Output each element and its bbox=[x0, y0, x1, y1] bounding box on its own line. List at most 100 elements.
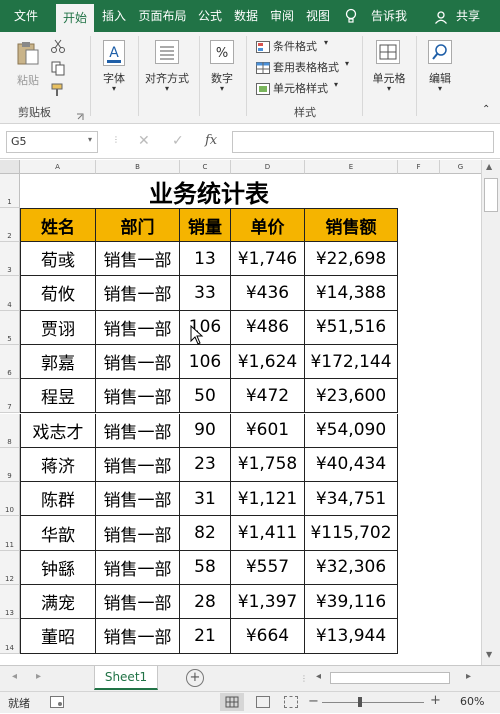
qty-cell[interactable]: 82 bbox=[180, 516, 231, 551]
qty-cell[interactable]: 23 bbox=[180, 447, 231, 483]
qty-cell[interactable]: 90 bbox=[180, 413, 231, 448]
page-layout-view-button[interactable] bbox=[256, 696, 270, 708]
price-cell[interactable]: ¥664 bbox=[231, 619, 305, 654]
conditional-format-button[interactable]: 条件格式 bbox=[273, 38, 317, 54]
dept-cell[interactable]: 销售一部 bbox=[96, 413, 180, 448]
column-header[interactable]: D bbox=[231, 160, 305, 174]
price-cell[interactable]: ¥472 bbox=[231, 379, 305, 414]
row-header[interactable]: 9 bbox=[0, 447, 20, 483]
insert-function-button[interactable]: fx bbox=[205, 133, 217, 148]
dept-cell[interactable]: 销售一部 bbox=[96, 482, 180, 517]
amount-cell[interactable]: ¥23,600 bbox=[305, 379, 398, 414]
column-header[interactable]: A bbox=[20, 160, 96, 174]
dept-cell[interactable]: 销售一部 bbox=[96, 585, 180, 620]
row-header[interactable]: 3 bbox=[0, 242, 20, 277]
normal-view-button[interactable] bbox=[220, 693, 244, 711]
name-cell[interactable]: 郭嘉 bbox=[20, 344, 96, 380]
dept-cell[interactable]: 销售一部 bbox=[96, 310, 180, 345]
amount-cell[interactable]: ¥54,090 bbox=[305, 413, 398, 448]
cut-icon[interactable] bbox=[50, 38, 66, 54]
amount-cell[interactable]: ¥13,944 bbox=[305, 619, 398, 654]
next-sheet-icon[interactable]: ▸ bbox=[36, 671, 41, 682]
column-header[interactable]: E bbox=[305, 160, 398, 174]
amount-cell[interactable]: ¥14,388 bbox=[305, 276, 398, 311]
dept-cell[interactable]: 销售一部 bbox=[96, 447, 180, 483]
name-cell[interactable]: 陈群 bbox=[20, 482, 96, 517]
copy-icon[interactable] bbox=[50, 60, 66, 76]
amount-cell[interactable]: ¥22,698 bbox=[305, 242, 398, 277]
name-cell[interactable]: 华歆 bbox=[20, 516, 96, 551]
scroll-down-icon[interactable]: ▼ bbox=[486, 650, 492, 659]
name-cell[interactable]: 蒋济 bbox=[20, 447, 96, 483]
dept-cell[interactable]: 销售一部 bbox=[96, 276, 180, 311]
name-cell[interactable]: 荀彧 bbox=[20, 242, 96, 277]
row-header[interactable]: 4 bbox=[0, 276, 20, 311]
page-break-view-button[interactable] bbox=[284, 696, 298, 708]
sheet-title[interactable]: 业务统计表 bbox=[20, 174, 398, 208]
tab-formulas[interactable]: 公式 bbox=[194, 0, 226, 32]
tab-file[interactable]: 文件 bbox=[0, 0, 52, 32]
dialog-launcher-icon[interactable] bbox=[76, 106, 84, 120]
zoom-slider[interactable] bbox=[322, 702, 424, 703]
sheet-tab-sheet1[interactable]: Sheet1 bbox=[94, 666, 158, 690]
qty-cell[interactable]: 13 bbox=[180, 242, 231, 277]
name-cell[interactable]: 程昱 bbox=[20, 379, 96, 414]
price-cell[interactable]: ¥486 bbox=[231, 310, 305, 345]
row-header[interactable]: 12 bbox=[0, 550, 20, 585]
prev-sheet-icon[interactable]: ◂ bbox=[12, 671, 17, 682]
tab-page-layout[interactable]: 页面布局 bbox=[135, 0, 190, 32]
horizontal-scroll-thumb[interactable] bbox=[330, 672, 450, 684]
header-cell[interactable]: 姓名 bbox=[20, 208, 96, 242]
qty-cell[interactable]: 58 bbox=[180, 550, 231, 585]
tab-review[interactable]: 审阅 bbox=[266, 0, 298, 32]
cell-style-button[interactable]: 单元格样式 bbox=[273, 80, 328, 96]
zoom-level[interactable]: 60% bbox=[460, 695, 484, 708]
price-cell[interactable]: ¥1,746 bbox=[231, 242, 305, 277]
row-header[interactable]: 11 bbox=[0, 516, 20, 551]
qty-cell[interactable]: 106 bbox=[180, 310, 231, 345]
qty-cell[interactable]: 106 bbox=[180, 344, 231, 380]
name-cell[interactable]: 满宠 bbox=[20, 585, 96, 620]
tab-data[interactable]: 数据 bbox=[230, 0, 262, 32]
amount-cell[interactable]: ¥115,702 bbox=[305, 516, 398, 551]
zoom-out-button[interactable]: − bbox=[308, 694, 319, 709]
amount-cell[interactable]: ¥32,306 bbox=[305, 550, 398, 585]
header-cell[interactable]: 销售额 bbox=[305, 208, 398, 242]
name-box[interactable]: G5 bbox=[6, 131, 98, 153]
row-header[interactable]: 1 bbox=[0, 174, 20, 208]
row-header[interactable]: 14 bbox=[0, 619, 20, 654]
worksheet-grid[interactable]: ABCDEFG 1 2 3 4 5 6 7 8 9 10 11 12 13 14 业务统计表 姓名 部门 销量… bbox=[0, 160, 500, 665]
format-painter-icon[interactable] bbox=[50, 82, 66, 98]
name-cell[interactable]: 贾诩 bbox=[20, 310, 96, 345]
tab-home[interactable]: 开始 bbox=[56, 4, 94, 32]
cancel-icon[interactable]: ✕ bbox=[138, 133, 150, 149]
tell-me-search[interactable]: 告诉我 bbox=[366, 0, 412, 32]
amount-cell[interactable]: ¥39,116 bbox=[305, 585, 398, 620]
name-cell[interactable]: 荀攸 bbox=[20, 276, 96, 311]
scroll-up-icon[interactable]: ▲ bbox=[486, 162, 492, 171]
collapse-ribbon-icon[interactable]: ⌃ bbox=[482, 104, 490, 115]
price-cell[interactable]: ¥1,411 bbox=[231, 516, 305, 551]
qty-cell[interactable]: 33 bbox=[180, 276, 231, 311]
price-cell[interactable]: ¥1,758 bbox=[231, 447, 305, 483]
name-cell[interactable]: 董昭 bbox=[20, 619, 96, 654]
price-cell[interactable]: ¥1,624 bbox=[231, 344, 305, 380]
formula-input[interactable] bbox=[232, 131, 494, 153]
header-cell[interactable]: 单价 bbox=[231, 208, 305, 242]
column-header[interactable]: G bbox=[440, 160, 482, 174]
add-sheet-icon[interactable]: + bbox=[186, 669, 204, 687]
qty-cell[interactable]: 50 bbox=[180, 379, 231, 414]
row-header[interactable]: 2 bbox=[0, 208, 20, 242]
amount-cell[interactable]: ¥40,434 bbox=[305, 447, 398, 483]
table-format-button[interactable]: 套用表格格式 bbox=[273, 59, 339, 75]
zoom-in-button[interactable]: + bbox=[430, 693, 441, 708]
dept-cell[interactable]: 销售一部 bbox=[96, 344, 180, 380]
row-header[interactable]: 10 bbox=[0, 482, 20, 517]
price-cell[interactable]: ¥1,397 bbox=[231, 585, 305, 620]
dept-cell[interactable]: 销售一部 bbox=[96, 619, 180, 654]
row-header[interactable]: 7 bbox=[0, 379, 20, 414]
price-cell[interactable]: ¥601 bbox=[231, 413, 305, 448]
amount-cell[interactable]: ¥172,144 bbox=[305, 344, 398, 380]
header-cell[interactable]: 部门 bbox=[96, 208, 180, 242]
column-header[interactable]: C bbox=[180, 160, 231, 174]
